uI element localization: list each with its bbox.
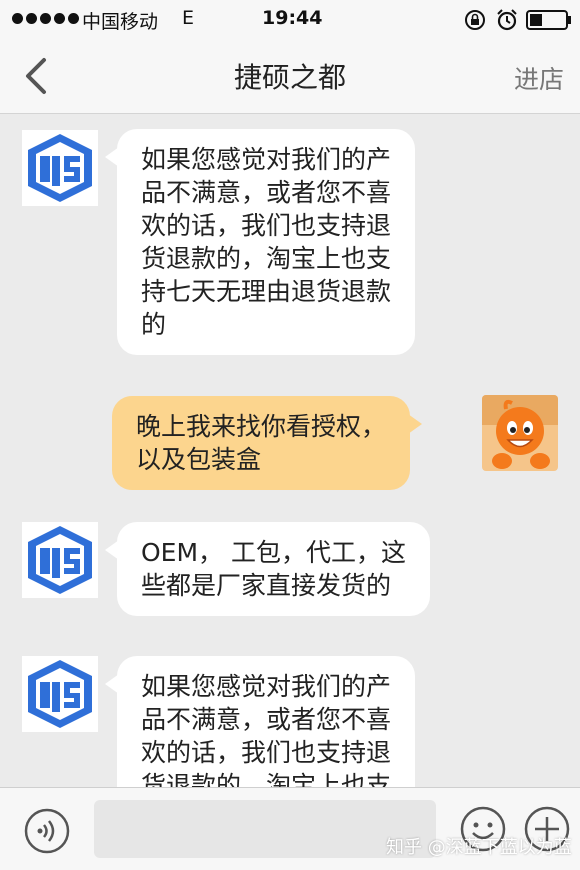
message-line: 品不满意，或者您不喜 (141, 178, 392, 207)
chat-message-list[interactable]: 如果您感觉对我们的产 品不满意，或者您不喜 欢的话，我们也支持退 货退款的，淘宝… (0, 115, 580, 787)
carrier-name: 中国移动 (82, 11, 159, 33)
orange-cartoon-avatar-icon (482, 395, 558, 471)
message-bubble-incoming[interactable]: OEM， 工包，代工，这 些都是厂家直接发货的 (105, 522, 430, 616)
shop-avatar[interactable] (22, 130, 98, 206)
message-bubble-outgoing[interactable]: 晚上我来找你看授权， 以及包装盒 (112, 396, 423, 490)
message-line: 晚上我来找你看授权， (136, 412, 387, 441)
enter-shop-button[interactable]: 进店 (514, 60, 564, 96)
shop-avatar[interactable] (22, 522, 98, 598)
message-line: 些都是厂家直接发货的 (141, 571, 392, 600)
message-line: 欢的话，我们也支持退 (141, 211, 392, 240)
message-line: OEM， 工包，代工，这 (141, 538, 406, 567)
rotation-lock-icon (465, 10, 485, 30)
message-line: 品不满意，或者您不喜 (141, 705, 392, 734)
voice-input-button[interactable] (24, 808, 70, 854)
message-bubble-incoming[interactable]: 如果您感觉对我们的产 品不满意，或者您不喜 欢的话，我们也支持退 货退款的，淘宝… (104, 129, 416, 355)
message-line: 如果您感觉对我们的产 (141, 145, 392, 174)
nav-bar: 捷硕之都 进店 (0, 38, 580, 114)
message-input[interactable] (94, 800, 436, 858)
message-line: 持七天无理由退货退款 (141, 277, 392, 306)
js-logo-icon (28, 526, 92, 594)
battery-icon (526, 10, 571, 30)
js-logo-icon (28, 134, 92, 202)
message-line: 以及包装盒 (136, 445, 262, 474)
chat-title: 捷硕之都 (233, 61, 346, 94)
status-time: 19:44 (262, 7, 323, 29)
message-line: 欢的话，我们也支持退 (141, 738, 392, 767)
signal-strength-icon (12, 13, 79, 24)
message-line: 货退款的，淘宝上也支 (141, 771, 392, 787)
watermark: 知乎 @深蓝下蓝以为蓝 (386, 837, 572, 858)
alarm-clock-icon (497, 9, 517, 31)
message-line: 的 (141, 310, 167, 339)
shop-avatar[interactable] (22, 656, 98, 732)
status-bar: 中国移动 E 19:44 (0, 0, 580, 38)
message-line: 如果您感觉对我们的产 (141, 672, 392, 701)
user-avatar[interactable] (482, 395, 558, 471)
message-bubble-incoming[interactable]: 如果您感觉对我们的产 品不满意，或者您不喜 欢的话，我们也支持退 货退款的，淘宝… (104, 656, 416, 787)
network-type: E (182, 7, 195, 29)
message-line: 货退款的，淘宝上也支 (141, 244, 392, 273)
js-logo-icon (28, 660, 92, 728)
